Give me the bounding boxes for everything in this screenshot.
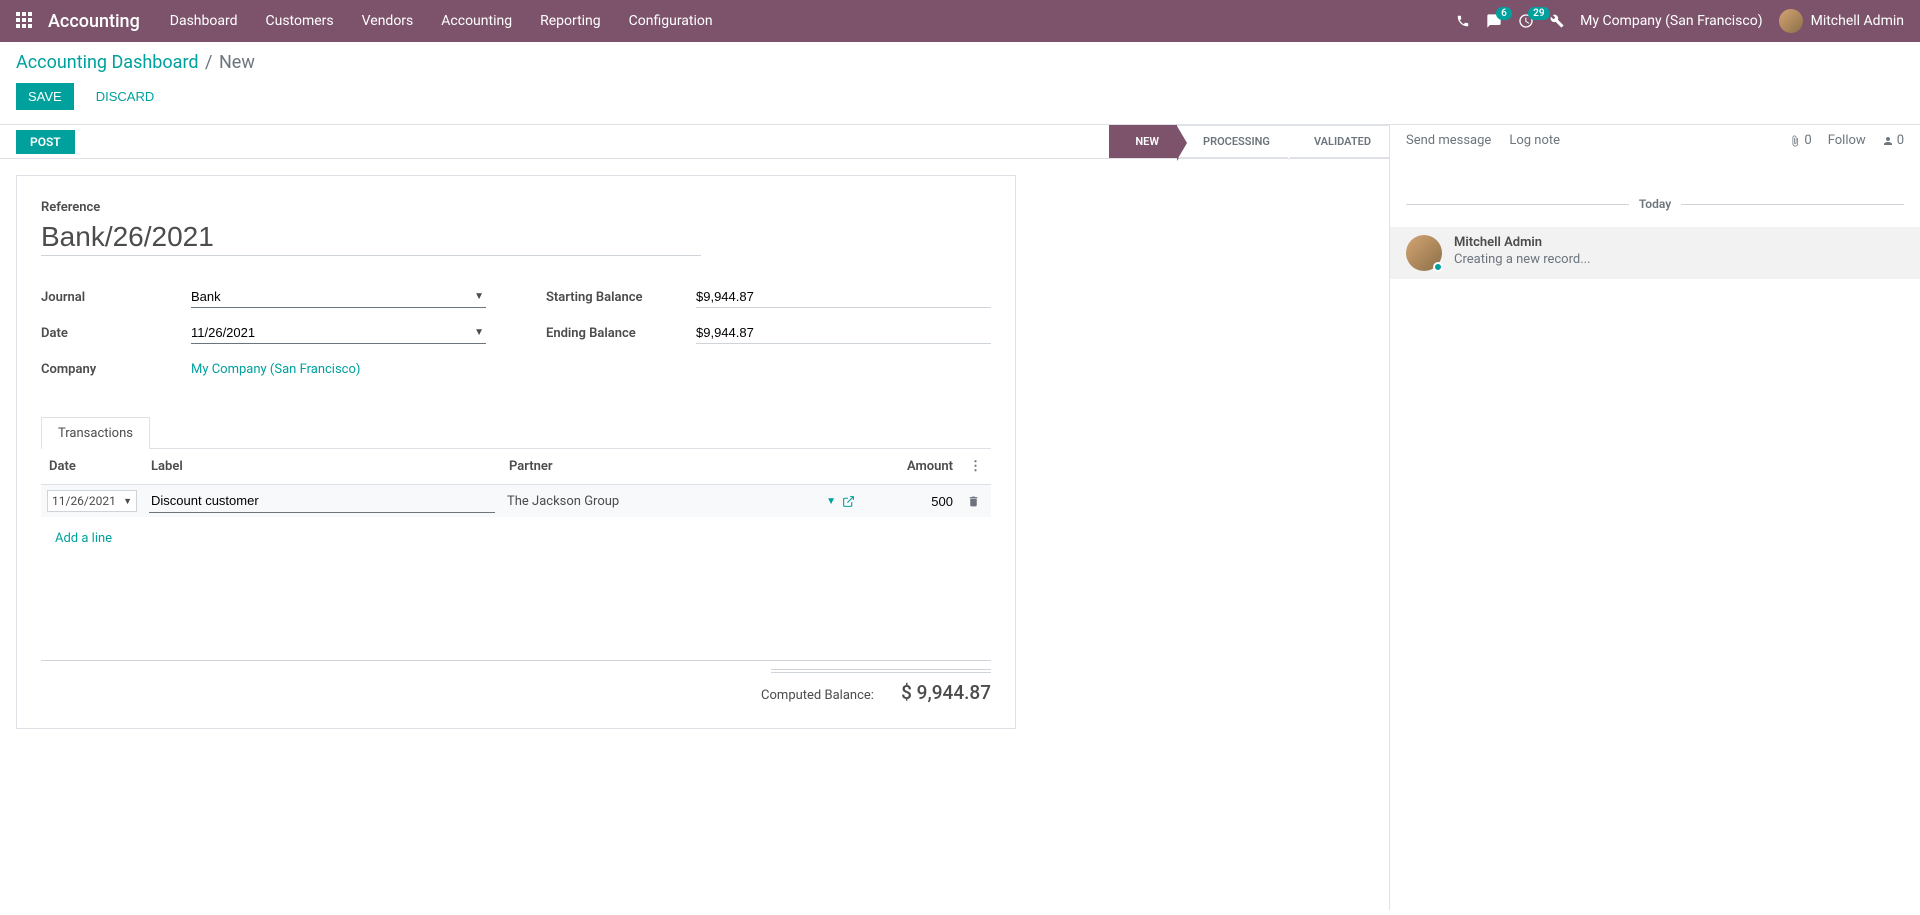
- delete-row-icon[interactable]: [961, 485, 991, 518]
- sheet-footer: Computed Balance: $ 9,944.87: [41, 660, 991, 704]
- menu-dashboard[interactable]: Dashboard: [170, 13, 238, 29]
- row-amount-input[interactable]: [867, 490, 955, 513]
- chatter: Send message Log note 0 Follow 0 Today: [1390, 125, 1920, 910]
- main-menu: Dashboard Customers Vendors Accounting R…: [170, 13, 713, 29]
- messages-badge: 6: [1496, 7, 1512, 20]
- user-menu[interactable]: Mitchell Admin: [1779, 9, 1904, 33]
- stage-processing[interactable]: PROCESSING: [1177, 125, 1288, 158]
- row-date-input[interactable]: 11/26/2021 ▼: [47, 490, 137, 512]
- status-stages: NEW PROCESSING VALIDATED: [1109, 125, 1389, 158]
- row-date-value: 11/26/2021: [52, 494, 116, 508]
- stage-new[interactable]: NEW: [1109, 125, 1177, 158]
- th-amount[interactable]: Amount: [861, 449, 961, 485]
- add-line-link[interactable]: Add a line: [47, 521, 985, 556]
- left-column: Journal ▼ Date ▼: [41, 284, 486, 392]
- save-button[interactable]: SAVE: [16, 83, 74, 110]
- message-avatar-icon: [1406, 235, 1442, 271]
- control-panel: Accounting Dashboard / New SAVE DISCARD: [0, 42, 1920, 125]
- form-grid: Journal ▼ Date ▼: [41, 284, 991, 392]
- activities-badge: 29: [1528, 7, 1549, 20]
- activities-icon[interactable]: 29: [1518, 13, 1534, 29]
- attachments-count: 0: [1804, 133, 1811, 148]
- phone-icon[interactable]: [1456, 14, 1470, 28]
- tab-content: Date Label Partner Amount ⋮: [41, 448, 991, 704]
- company-link[interactable]: My Company (San Francisco): [191, 362, 360, 377]
- message-author: Mitchell Admin: [1454, 235, 1591, 250]
- external-link-icon[interactable]: [842, 495, 855, 508]
- breadcrumb: Accounting Dashboard / New: [16, 52, 1904, 73]
- column-options-icon[interactable]: ⋮: [961, 449, 991, 485]
- date-input[interactable]: [191, 322, 486, 344]
- menu-reporting[interactable]: Reporting: [540, 13, 601, 29]
- follow-button[interactable]: Follow: [1828, 133, 1866, 148]
- form-sheet: Reference Journal ▼ Date: [16, 175, 1016, 729]
- log-message: Mitchell Admin Creating a new record...: [1390, 227, 1920, 279]
- starting-balance-input[interactable]: [696, 286, 991, 308]
- caret-down-icon[interactable]: ▼: [826, 496, 836, 507]
- table-row[interactable]: 11/26/2021 ▼ The: [41, 485, 991, 518]
- row-partner-value[interactable]: The Jackson Group: [507, 494, 820, 509]
- caret-down-icon: ▼: [123, 496, 132, 507]
- right-column: Starting Balance Ending Balance: [546, 284, 991, 392]
- today-separator: Today: [1406, 197, 1904, 211]
- reference-label: Reference: [41, 200, 991, 215]
- breadcrumb-current: New: [219, 52, 255, 73]
- th-date[interactable]: Date: [41, 449, 143, 485]
- sheet-wrap: Reference Journal ▼ Date: [0, 159, 1389, 745]
- apps-icon[interactable]: [16, 12, 34, 30]
- computed-balance-value: $ 9,944.87: [901, 681, 991, 704]
- ending-balance-label: Ending Balance: [546, 326, 696, 341]
- today-label: Today: [1629, 197, 1681, 211]
- user-avatar-icon: [1779, 9, 1803, 33]
- log-note-button[interactable]: Log note: [1509, 133, 1560, 148]
- form-area: POST NEW PROCESSING VALIDATED Reference …: [0, 125, 1390, 910]
- menu-configuration[interactable]: Configuration: [629, 13, 713, 29]
- menu-customers[interactable]: Customers: [266, 13, 334, 29]
- post-button[interactable]: POST: [16, 130, 75, 154]
- send-message-button[interactable]: Send message: [1406, 133, 1491, 148]
- followers-button[interactable]: 0: [1882, 133, 1904, 148]
- notebook: Transactions Date Label Partner Amount ⋮: [41, 416, 991, 704]
- journal-label: Journal: [41, 290, 191, 305]
- transactions-table: Date Label Partner Amount ⋮: [41, 449, 991, 560]
- tab-bar: Transactions: [41, 416, 991, 448]
- status-bar: POST NEW PROCESSING VALIDATED: [0, 125, 1389, 159]
- company-label: Company: [41, 362, 191, 377]
- journal-input[interactable]: [191, 286, 486, 308]
- company-selector[interactable]: My Company (San Francisco): [1580, 13, 1762, 29]
- debug-icon[interactable]: [1550, 14, 1564, 28]
- discard-button[interactable]: DISCARD: [84, 83, 167, 110]
- navbar-right: 6 29 My Company (San Francisco) Mitchell…: [1456, 9, 1904, 33]
- user-name: Mitchell Admin: [1811, 13, 1904, 29]
- message-text: Creating a new record...: [1454, 252, 1591, 267]
- th-label[interactable]: Label: [143, 449, 501, 485]
- row-partner-cell: The Jackson Group ▼: [507, 494, 855, 509]
- followers-count: 0: [1897, 133, 1904, 148]
- breadcrumb-separator: /: [205, 52, 212, 73]
- app-brand[interactable]: Accounting: [48, 11, 140, 32]
- attachments-button[interactable]: 0: [1789, 133, 1811, 148]
- tab-transactions[interactable]: Transactions: [41, 417, 150, 449]
- starting-balance-label: Starting Balance: [546, 290, 696, 305]
- content-area: POST NEW PROCESSING VALIDATED Reference …: [0, 125, 1920, 910]
- date-label: Date: [41, 326, 191, 341]
- menu-accounting[interactable]: Accounting: [441, 13, 512, 29]
- row-label-input[interactable]: [149, 489, 495, 513]
- messages-icon[interactable]: 6: [1486, 13, 1502, 29]
- computed-balance-label: Computed Balance:: [761, 688, 874, 703]
- reference-input[interactable]: [41, 219, 701, 256]
- top-navbar: Accounting Dashboard Customers Vendors A…: [0, 0, 1920, 42]
- stage-validated[interactable]: VALIDATED: [1288, 125, 1389, 158]
- th-partner[interactable]: Partner: [501, 449, 861, 485]
- breadcrumb-parent[interactable]: Accounting Dashboard: [16, 52, 199, 73]
- add-line-row: Add a line: [41, 517, 991, 560]
- ending-balance-input[interactable]: [696, 322, 991, 344]
- control-buttons: SAVE DISCARD: [16, 83, 1904, 110]
- chatter-topbar: Send message Log note 0 Follow 0: [1390, 125, 1920, 157]
- menu-vendors[interactable]: Vendors: [362, 13, 414, 29]
